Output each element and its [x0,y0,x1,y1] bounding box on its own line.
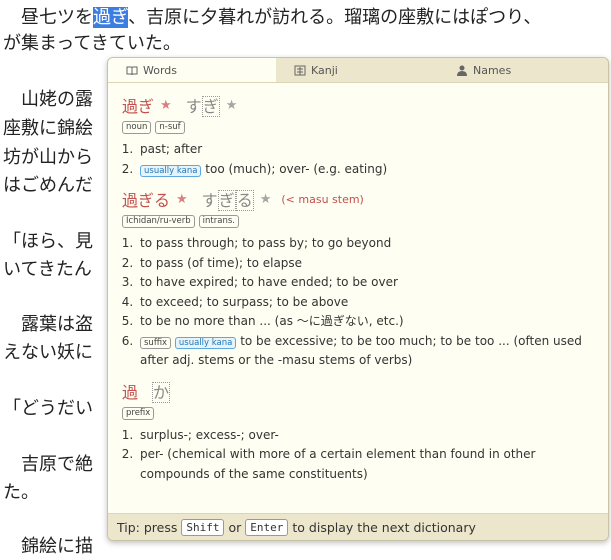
dictionary-entry: 過ぎる ★ すぎる ★ (< masu stem) Ichidan/ru-ver… [122,187,594,371]
text-line: た。 [3,482,39,503]
entry-kana: すぎる [201,190,254,211]
enter-key: Enter [245,518,289,536]
sense-item: usually kana too (much); over- (e.g. eat… [137,160,594,180]
text-line: 坊が山から [3,147,93,168]
popup-footer: Tip: press Shift or Enter to display the… [108,513,608,540]
entry-headword: 過 か [122,379,594,403]
sense-item: surplus-; excess-; over- [137,426,594,446]
text-line: 山姥の露 [3,89,93,110]
entry-tags: noun n-suf [122,121,594,134]
entry-kanji: 過ぎる [122,191,171,210]
pos-tag: noun [122,121,152,134]
pos-tag: prefix [122,406,155,420]
tab-kanji[interactable]: Kanji [276,58,442,82]
star-icon: ★ [176,191,188,207]
entries-list: 過ぎ ★ すぎ ★ noun n-suf past; after usually… [108,83,608,484]
misc-tag: usually kana [140,164,202,177]
star-icon: ★ [259,191,272,207]
sense-item: to have expired; to have ended; to be ov… [137,273,594,293]
sense-list: past; after usually kana too (much); ove… [122,140,594,179]
sense-item: past; after [137,140,594,160]
misc-tag: usually kana [174,336,237,349]
text-line: が集まってきていた。 [3,33,181,54]
sense-item: to exceed; to surpass; to be above [137,293,594,313]
dictionary-entry: 過ぎ ★ すぎ ★ noun n-suf past; after usually… [122,93,594,179]
book-icon [126,66,138,75]
sense-list: to pass through; to pass by; to go beyon… [122,234,594,371]
text-line: 吉原で絶 [3,454,93,475]
entry-headword: 過ぎる ★ すぎる ★ (< masu stem) [122,187,594,211]
entry-kana: すぎ [185,96,220,117]
text-line: 錦絵に描 [3,536,93,557]
tab-label: Names [473,63,512,77]
entry-tags: Ichidan/ru-verb intrans. [122,215,594,228]
entry-headword: 過ぎ ★ すぎ ★ [122,93,594,117]
sense-item: to pass through; to pass by; to go beyon… [137,234,594,254]
misc-tag: suffix [140,336,172,349]
text-line: 昼七ツを過ぎ、吉原に夕暮れが訪れる。瑠璃の座敷にはぽつり、 [3,5,541,31]
dictionary-popup: Words Kanji Names 過ぎ ★ すぎ ★ noun n-suf p… [107,57,609,541]
sense-item: per- (chemical with more of a certain el… [137,445,594,484]
tab-words[interactable]: Words [108,58,276,82]
tip-text: Tip: press [117,519,178,535]
star-icon: ★ [225,97,238,113]
text-line: 座敷に錦絵 [3,118,93,139]
text-segment: 昼七ツを [3,7,93,28]
sense-item: suffix usually kana to be excessive; to … [137,332,594,371]
sense-item: to be no more than ... (as ～に過ぎない, etc.) [137,312,594,332]
entry-kanji: 過ぎ [122,97,155,116]
entry-kanji: 過 [122,382,139,402]
star-icon: ★ [160,97,172,113]
sense-list: surplus-; excess-; over- per- (chemical … [122,426,594,485]
pos-tag: intrans. [198,215,239,228]
text-line: えない妖に [3,342,93,363]
person-icon [457,65,467,76]
entry-tags: prefix [122,406,594,420]
selected-word[interactable]: 過ぎ [93,7,129,28]
tab-bar: Words Kanji Names [108,58,608,83]
text-line: 「どうだい [3,398,93,419]
dictionary-entry: 過 か prefix surplus-; excess-; over- per-… [122,379,594,485]
kanji-icon [294,65,306,75]
text-line: 「ほら、見 [3,231,93,252]
pos-tag: n-suf [155,121,185,134]
text-segment: 、吉原に夕暮れが訪れる。瑠璃の座敷にはぽつり、 [128,7,542,28]
text-line: いてきたん [3,259,92,280]
entry-kana: か [152,381,171,403]
text-line: 露葉は盗 [3,314,93,335]
text-line: はごめんだ [3,175,93,196]
tab-label: Words [143,63,178,77]
tab-names[interactable]: Names [442,58,608,82]
tab-label: Kanji [311,63,338,77]
sense-item: to pass (of time); to elapse [137,254,594,274]
tip-rest: to display the next dictionary [292,519,476,535]
deinflection-reason: (< masu stem) [281,192,364,206]
pos-tag: Ichidan/ru-verb [122,215,195,228]
shift-key: Shift [181,518,225,536]
tip-or: or [228,519,242,535]
